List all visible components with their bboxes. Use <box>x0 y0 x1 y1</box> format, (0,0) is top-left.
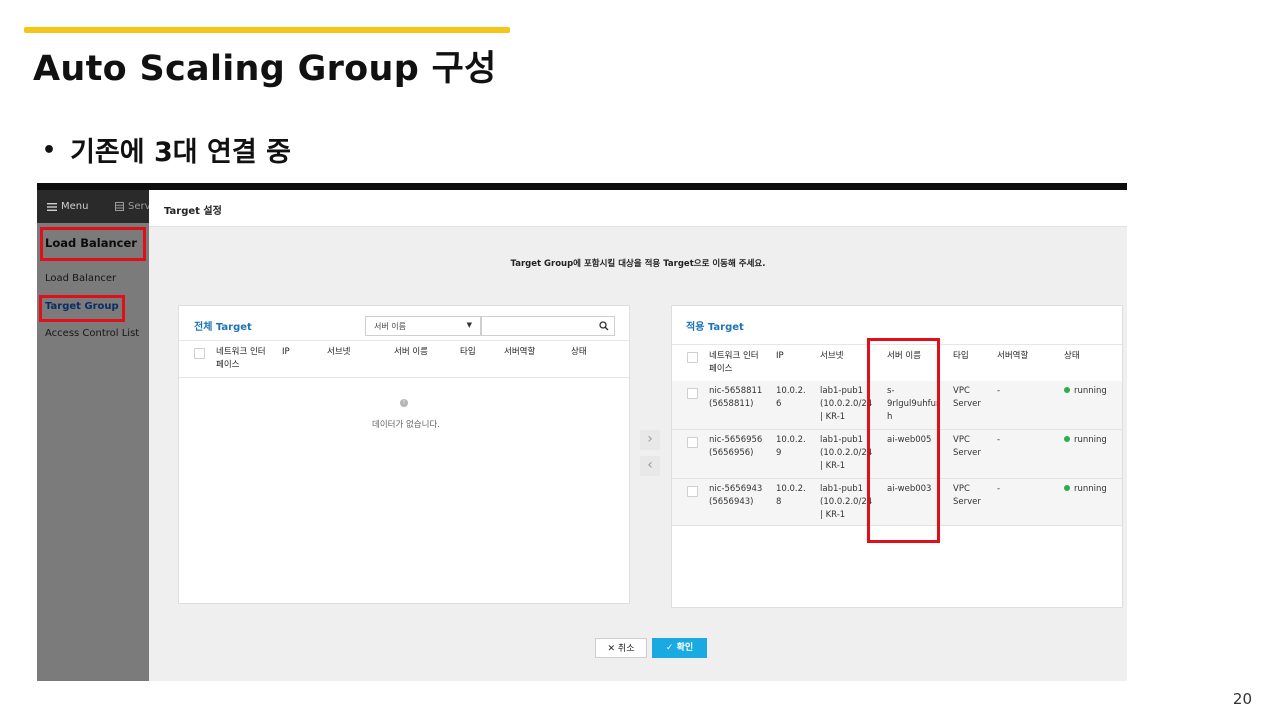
row-type: VPC Server <box>953 435 981 458</box>
row-status-text: running <box>1074 484 1107 494</box>
server-icon <box>115 202 124 211</box>
column-header-ip: IP <box>282 347 290 357</box>
check-icon: ✓ <box>665 643 677 653</box>
empty-message: 데이터가 없습니다. <box>372 420 440 430</box>
modal-title: Target 설정 <box>164 206 222 217</box>
column-header-server-name: 서버 이름 <box>394 347 428 357</box>
bullet-text: 기존에 3대 연결 중 <box>70 137 291 168</box>
row-status: running <box>1064 385 1107 398</box>
highlight-box-target-group <box>39 295 125 322</box>
row-status: running <box>1064 434 1107 447</box>
chevron-left-icon: ‹ <box>647 457 653 473</box>
column-header-server-role: 서버역할 <box>504 347 536 357</box>
ok-button[interactable]: ✓ 확인 <box>652 638 707 658</box>
console-top-bar <box>37 183 1127 190</box>
all-targets-table-header: 네트워크 인터 페이스 IP 서브넷 서버 이름 타입 서버역할 상태 <box>179 340 629 378</box>
slide-title: Auto Scaling Group 구성 <box>33 49 497 89</box>
status-dot-icon <box>1064 435 1070 442</box>
console-nav-bar: Menu Serv <box>37 190 151 223</box>
column-header-subnet: 서브넷 <box>327 347 351 357</box>
column-header-ip: IP <box>776 351 784 361</box>
column-header-subnet: 서브넷 <box>820 351 844 361</box>
server-nav-item[interactable]: Serv <box>115 201 151 212</box>
status-dot-icon <box>1064 484 1070 491</box>
sidebar: Load Balancer Load Balancer Target Group… <box>37 223 149 681</box>
target-settings-modal: Target 설정 Target Group에 포함시킬 대상을 적용 Targ… <box>149 190 1127 681</box>
column-header-status: 상태 <box>571 347 587 357</box>
server-nav-label: Serv <box>128 201 151 212</box>
move-left-button[interactable]: ‹ <box>640 456 660 476</box>
row-status: running <box>1064 483 1107 496</box>
column-header-status: 상태 <box>1064 351 1080 361</box>
chevron-down-icon: ▼ <box>466 321 472 329</box>
column-header-network-interface: 네트워크 인터 페이스 <box>216 347 266 370</box>
bullet-item: • 기존에 3대 연결 중 <box>42 130 291 169</box>
row-server-role: - <box>997 386 1001 396</box>
cancel-button-label: 취소 <box>617 644 635 654</box>
move-right-button[interactable]: › <box>640 430 660 450</box>
info-icon: ! <box>400 399 408 407</box>
applied-targets-title: 적용 Target <box>686 322 744 333</box>
column-header-type: 타입 <box>953 351 969 361</box>
ok-button-label: 확인 <box>676 643 694 653</box>
page-number: 20 <box>1232 690 1252 708</box>
close-icon: ✕ <box>607 644 618 654</box>
row-checkbox[interactable] <box>687 437 698 448</box>
row-ip: 10.0.2. 6 <box>776 386 806 409</box>
search-field-select-value: 서버 이름 <box>374 322 406 331</box>
search-input[interactable] <box>484 318 594 332</box>
row-subnet: lab1-pub1 (10.0.2.0/24 | KR-1 <box>820 435 873 471</box>
modal-guide-text: Target Group에 포함시킬 대상을 적용 Target으로 이동해 주… <box>510 259 766 269</box>
menu-label: Menu <box>61 201 89 212</box>
sidebar-item-access-control-list[interactable]: Access Control List <box>45 328 139 339</box>
row-checkbox[interactable] <box>687 388 698 399</box>
row-ip: 10.0.2. 9 <box>776 435 806 458</box>
row-status-text: running <box>1074 435 1107 445</box>
hamburger-icon <box>47 202 57 211</box>
row-checkbox[interactable] <box>687 486 698 497</box>
row-ip: 10.0.2. 8 <box>776 484 806 507</box>
column-header-type: 타입 <box>460 347 476 357</box>
select-all-checkbox[interactable] <box>687 352 698 363</box>
select-all-checkbox[interactable] <box>194 348 205 359</box>
highlight-box-server-name-column <box>867 338 940 543</box>
row-type: VPC Server <box>953 484 981 507</box>
status-dot-icon <box>1064 386 1070 393</box>
search-icon[interactable] <box>599 321 609 331</box>
highlight-box-sidebar-title <box>40 227 146 261</box>
title-accent-bar <box>24 27 510 33</box>
search-field-select[interactable]: 서버 이름 ▼ <box>365 316 481 336</box>
chevron-right-icon: › <box>647 431 653 447</box>
row-network-interface: nic-5658811 (5658811) <box>709 386 763 409</box>
row-status-text: running <box>1074 386 1107 396</box>
row-subnet: lab1-pub1 (10.0.2.0/24 | KR-1 <box>820 484 873 520</box>
menu-button[interactable]: Menu <box>47 201 88 212</box>
row-type: VPC Server <box>953 386 981 409</box>
modal-header: Target 설정 <box>149 190 1127 227</box>
sidebar-item-load-balancer[interactable]: Load Balancer <box>45 273 116 284</box>
row-network-interface: nic-5656956 (5656956) <box>709 435 763 458</box>
row-subnet: lab1-pub1 (10.0.2.0/24 | KR-1 <box>820 386 873 422</box>
cancel-button[interactable]: ✕ 취소 <box>595 638 647 658</box>
row-server-role: - <box>997 484 1001 494</box>
all-targets-panel: 전체 Target 서버 이름 ▼ 네트워크 인터 페이스 IP 서브넷 서버 … <box>178 305 630 604</box>
column-header-network-interface: 네트워크 인터 페이스 <box>709 351 759 374</box>
console-screenshot: Menu Serv Load Balancer Load Balancer Ta… <box>37 183 1127 681</box>
column-header-server-role: 서버역할 <box>997 351 1029 361</box>
search-box <box>481 316 615 336</box>
all-targets-title: 전체 Target <box>194 322 252 333</box>
bullet-dot: • <box>42 138 57 163</box>
row-server-role: - <box>997 435 1001 445</box>
row-network-interface: nic-5656943 (5656943) <box>709 484 763 507</box>
